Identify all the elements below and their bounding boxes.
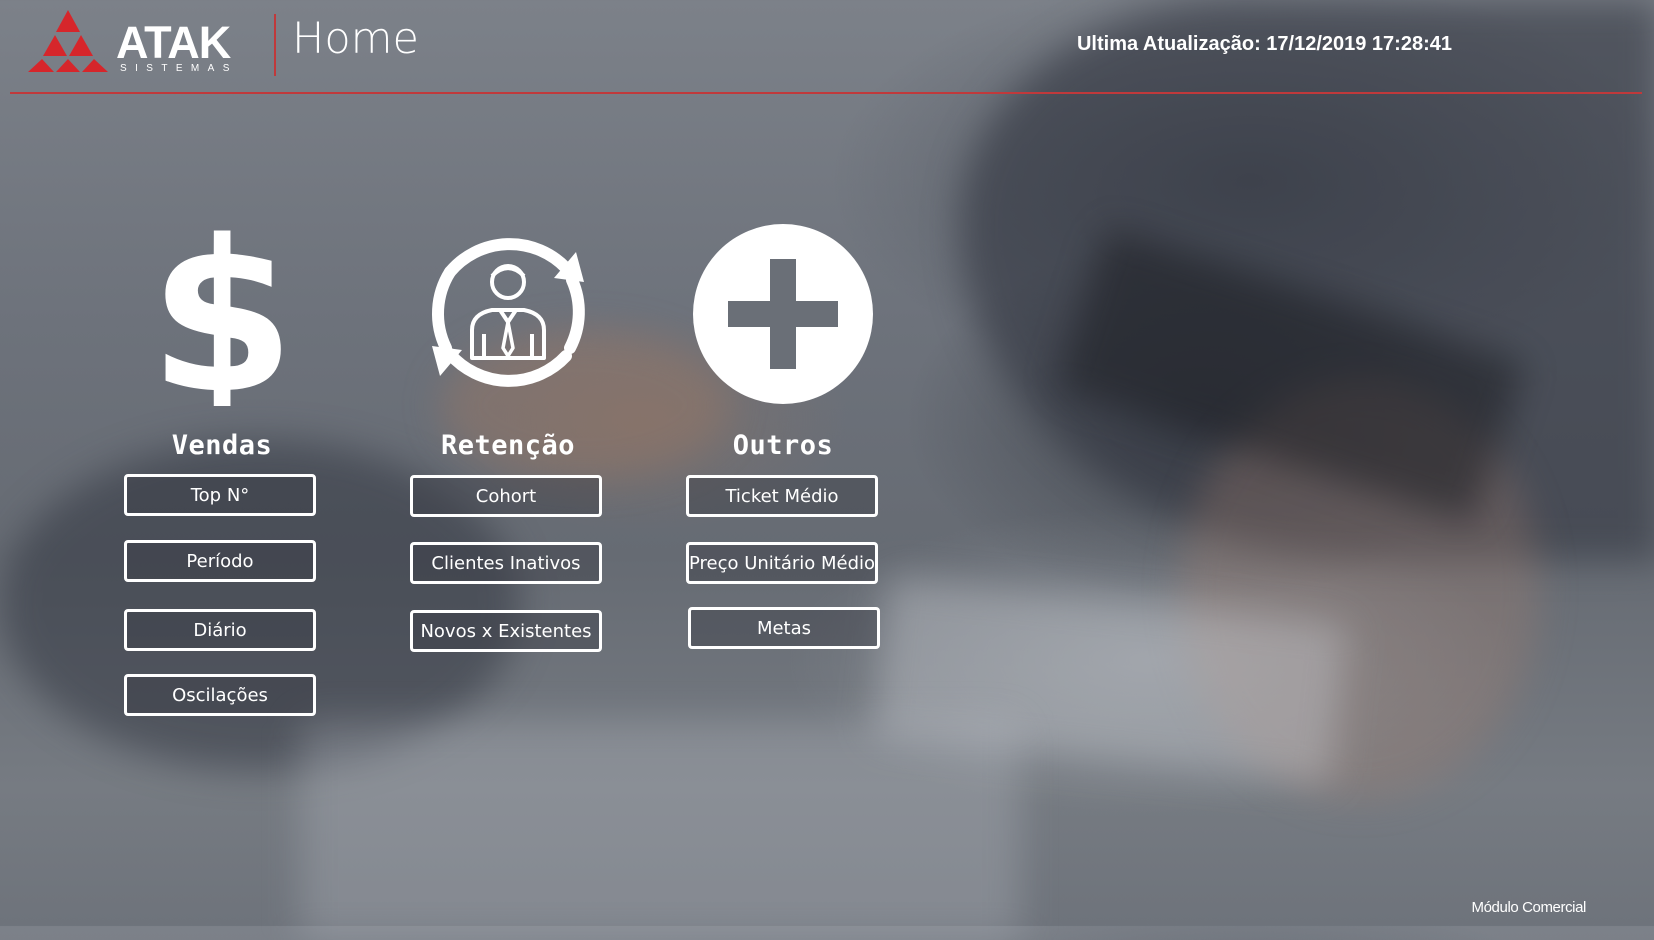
section-title-vendas: Vendas [171,430,273,461]
dollar-icon: $ [102,222,342,406]
last-update-timestamp: Ultima Atualização: 17/12/2019 17:28:41 [1076,33,1452,55]
logo-subtitle: SISTEMAS [120,63,238,74]
metas-button[interactable]: Metas [688,607,880,649]
atak-logo-mark-icon [28,10,108,72]
atak-logo: ATAK SISTEMAS [28,8,238,76]
customer-retention-icon [388,222,628,406]
header-bar: ATAK SISTEMAS Home Ultima Atualização: 1… [10,0,1642,94]
top-n-button[interactable]: Top N° [124,474,316,516]
cohort-button[interactable]: Cohort [410,475,602,517]
ticket-medio-button[interactable]: Ticket Médio [686,475,878,517]
diario-button[interactable]: Diário [124,609,316,651]
section-title-outros: Outros [732,430,834,461]
module-label: Módulo Comercial [1471,899,1587,916]
page-title: Home [292,14,419,64]
svg-text:$: $ [157,222,287,406]
section-title-retencao: Retenção [440,430,576,461]
logo-wordmark: ATAK [116,17,231,68]
preco-unitario-medio-button[interactable]: Preço Unitário Médio [686,542,878,584]
plus-circle-icon [663,222,903,406]
clientes-inativos-button[interactable]: Clientes Inativos [410,542,602,584]
background-shape [300,720,1020,940]
periodo-button[interactable]: Período [124,540,316,582]
novos-x-existentes-button[interactable]: Novos x Existentes [410,610,602,652]
oscilacoes-button[interactable]: Oscilações [124,674,316,716]
header-divider [274,14,276,76]
